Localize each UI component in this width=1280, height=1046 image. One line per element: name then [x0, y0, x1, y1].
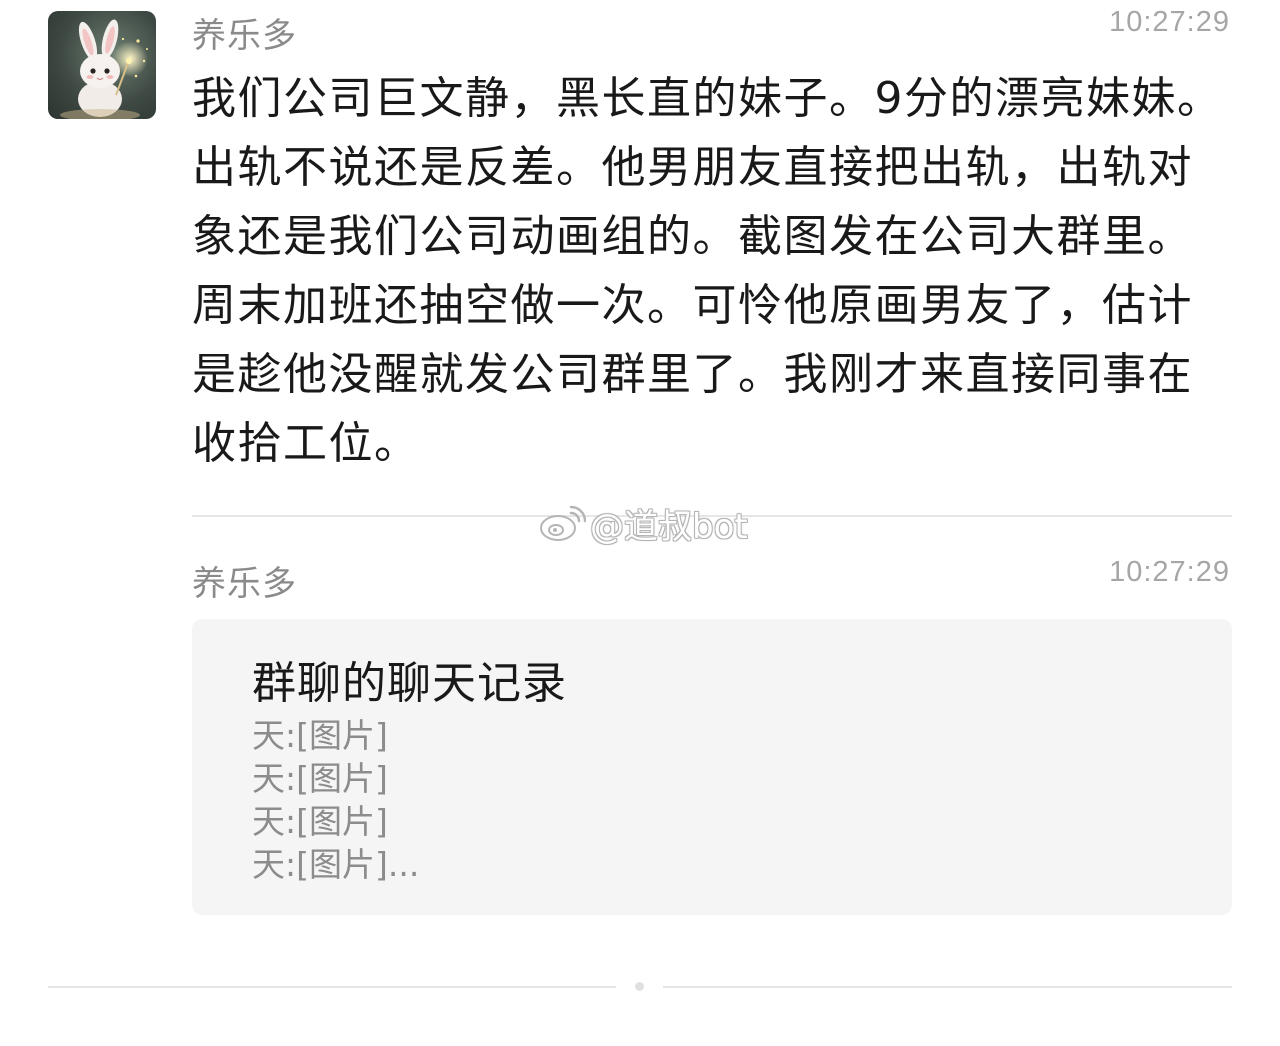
chat-record-card[interactable]: 群聊的聊天记录 天:[图片] 天:[图片] 天:[图片] 天:[图片]...: [192, 619, 1232, 915]
message-timestamp: 10:27:29: [1109, 556, 1230, 588]
bottom-divider-left: [48, 986, 616, 988]
bottom-divider-dot: [635, 982, 644, 991]
avatar[interactable]: [48, 11, 156, 119]
watermark-text: @道叔bot: [590, 506, 748, 547]
chat-record-line: 天:[图片]: [252, 716, 388, 755]
watermark: @道叔bot: [538, 500, 748, 547]
chat-record-line: 天:[图片]: [252, 759, 388, 798]
message-timestamp: 10:27:29: [1109, 6, 1230, 38]
weibo-icon: [540, 505, 586, 541]
message-text[interactable]: 我们公司巨文静，黑长直的妹子。9分的漂亮妹妹。出轨不说还是反差。他男朋友直接把出…: [192, 64, 1232, 478]
bunny-avatar-icon: [60, 19, 148, 119]
sender-name[interactable]: 养乐多: [192, 8, 297, 57]
chat-record-line: 天:[图片]: [252, 802, 388, 841]
chat-record-preview: 天:[图片] 天:[图片] 天:[图片] 天:[图片]...: [252, 714, 419, 886]
bottom-divider-right: [663, 986, 1232, 988]
sender-name[interactable]: 养乐多: [192, 556, 297, 605]
chat-record-line: 天:[图片]...: [252, 845, 420, 884]
chat-record-title: 群聊的聊天记录: [252, 658, 567, 709]
